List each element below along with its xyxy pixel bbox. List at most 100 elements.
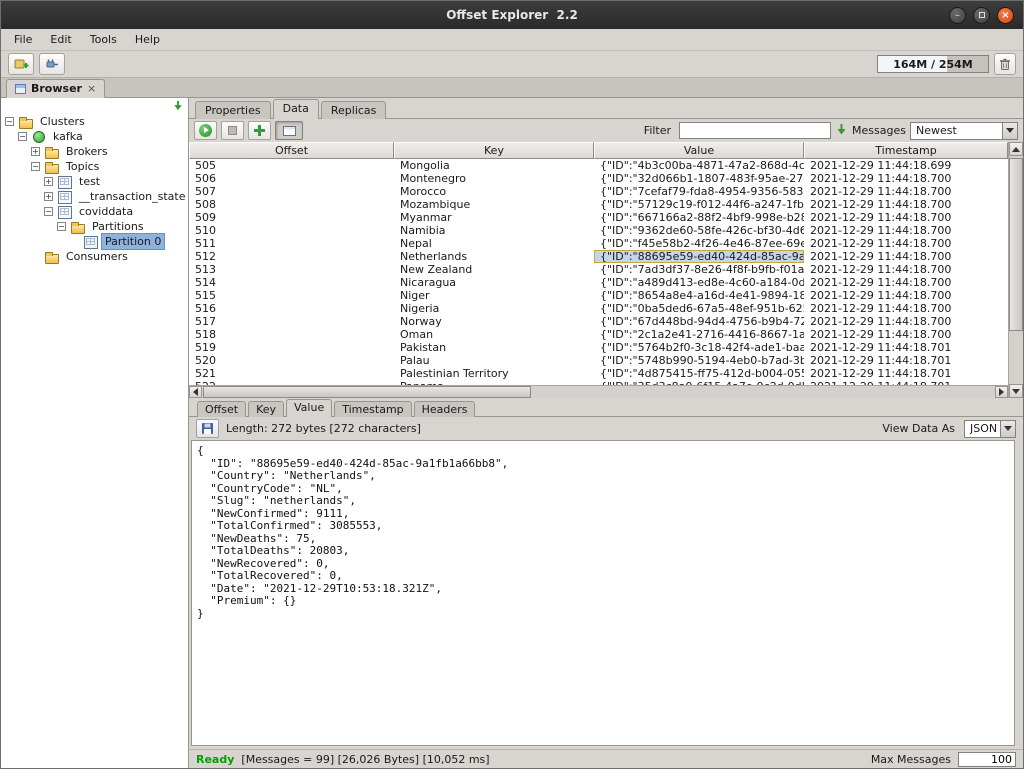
view-data-as-select[interactable]: JSON	[964, 420, 1016, 438]
tree-item[interactable]: + __transaction_state	[1, 189, 188, 204]
cell-value[interactable]: {"ID":"7cefaf79-fda8-4954-9356-5834...	[594, 185, 804, 198]
tree-item-label[interactable]: Partition 0	[102, 234, 164, 249]
cell-key[interactable]: Oman	[394, 328, 594, 341]
memory-usage-indicator[interactable]: 164M / 254M	[877, 55, 989, 73]
cell-value[interactable]: {"ID":"667166a2-88f2-4bf9-998e-b289...	[594, 211, 804, 224]
cell-timestamp[interactable]: 2021-12-29 11:44:18.700	[804, 185, 1008, 198]
cell-key[interactable]: Morocco	[394, 185, 594, 198]
retrieve-messages-button[interactable]	[194, 121, 217, 140]
cell-key[interactable]: Nigeria	[394, 302, 594, 315]
menu-file[interactable]: File	[5, 30, 41, 49]
cell-offset[interactable]: 515	[189, 289, 394, 302]
column-header-key[interactable]: Key	[394, 142, 594, 159]
tree-item[interactable]: − Clusters	[1, 114, 188, 129]
cell-offset[interactable]: 514	[189, 276, 394, 289]
table-row[interactable]: 508 Mozambique {"ID":"57129c19-f012-44f6…	[189, 198, 1008, 211]
cell-value[interactable]: {"ID":"88695e59-ed40-424d-85ac-9a1...	[594, 250, 804, 263]
tree-item[interactable]: + Brokers	[1, 144, 188, 159]
table-row[interactable]: 515 Niger {"ID":"8654a8e4-a16d-4e41-9894…	[189, 289, 1008, 302]
cell-value[interactable]: {"ID":"57129c19-f012-44f6-a247-1fbc...	[594, 198, 804, 211]
minimize-button[interactable]: –	[949, 7, 966, 24]
cell-offset[interactable]: 509	[189, 211, 394, 224]
cell-value[interactable]: {"ID":"5748b990-5194-4eb0-b7ad-3b9...	[594, 354, 804, 367]
tree-item-label[interactable]: coviddata	[76, 204, 136, 219]
cell-timestamp[interactable]: 2021-12-29 11:44:18.700	[804, 302, 1008, 315]
scroll-right-button[interactable]	[995, 386, 1008, 398]
cell-offset[interactable]: 518	[189, 328, 394, 341]
tree-expander-icon[interactable]: +	[44, 192, 53, 201]
cell-value[interactable]: {"ID":"7ad3df37-8e26-4f8f-b9fb-f01a0...	[594, 263, 804, 276]
value-viewer[interactable]: { "ID": "88695e59-ed40-424d-85ac-9a1fb1a…	[191, 440, 1015, 746]
table-row[interactable]: 520 Palau {"ID":"5748b990-5194-4eb0-b7ad…	[189, 354, 1008, 367]
table-row[interactable]: 512 Netherlands {"ID":"88695e59-ed40-424…	[189, 250, 1008, 263]
tree-item[interactable]: − Partitions	[1, 219, 188, 234]
cell-timestamp[interactable]: 2021-12-29 11:44:18.700	[804, 224, 1008, 237]
cell-value[interactable]: {"ID":"5764b2f0-3c18-42f4-ade1-baac...	[594, 341, 804, 354]
tab-data[interactable]: Data	[273, 99, 319, 119]
cell-key[interactable]: Palestinian Territory	[394, 367, 594, 380]
tree-expander-icon[interactable]: −	[31, 162, 40, 171]
tab-properties[interactable]: Properties	[195, 101, 271, 119]
cell-timestamp[interactable]: 2021-12-29 11:44:18.701	[804, 367, 1008, 380]
tree-item[interactable]: − Topics	[1, 159, 188, 174]
cell-key[interactable]: Myanmar	[394, 211, 594, 224]
cell-timestamp[interactable]: 2021-12-29 11:44:18.700	[804, 172, 1008, 185]
cell-timestamp[interactable]: 2021-12-29 11:44:18.700	[804, 211, 1008, 224]
tree-item-label[interactable]: Clusters	[37, 114, 88, 129]
horizontal-scrollbar[interactable]	[189, 385, 1008, 398]
vertical-scrollbar[interactable]	[1008, 142, 1023, 398]
cell-offset[interactable]: 513	[189, 263, 394, 276]
stop-button[interactable]	[221, 121, 244, 140]
cell-timestamp[interactable]: 2021-12-29 11:44:18.700	[804, 315, 1008, 328]
tree-item-label[interactable]: test	[76, 174, 103, 189]
close-button[interactable]: ×	[997, 7, 1014, 24]
cell-timestamp[interactable]: 2021-12-29 11:44:18.700	[804, 276, 1008, 289]
table-row[interactable]: 513 New Zealand {"ID":"7ad3df37-8e26-4f8…	[189, 263, 1008, 276]
add-message-button[interactable]	[248, 121, 271, 140]
tree-item[interactable]: + test	[1, 174, 188, 189]
max-messages-input[interactable]	[958, 752, 1016, 767]
save-value-button[interactable]	[196, 419, 219, 438]
cell-offset[interactable]: 505	[189, 159, 394, 172]
tab-replicas[interactable]: Replicas	[321, 101, 387, 119]
cell-value[interactable]: {"ID":"4b3c00ba-4871-47a2-868d-4c9...	[594, 159, 804, 172]
scroll-down-button[interactable]	[1009, 384, 1023, 398]
table-row[interactable]: 510 Namibia {"ID":"9362de60-58fe-426c-bf…	[189, 224, 1008, 237]
tree-item-label[interactable]: Partitions	[89, 219, 147, 234]
table-row[interactable]: 505 Mongolia {"ID":"4b3c00ba-4871-47a2-8…	[189, 159, 1008, 172]
cell-key[interactable]: Mongolia	[394, 159, 594, 172]
maximize-button[interactable]	[973, 7, 990, 24]
vertical-scroll-thumb[interactable]	[1009, 158, 1023, 331]
cell-offset[interactable]: 511	[189, 237, 394, 250]
cell-value[interactable]: {"ID":"32d066b1-1807-483f-95ae-27e...	[594, 172, 804, 185]
cell-key[interactable]: Norway	[394, 315, 594, 328]
cell-timestamp[interactable]: 2021-12-29 11:44:18.699	[804, 159, 1008, 172]
cell-key[interactable]: Montenegro	[394, 172, 594, 185]
cell-key[interactable]: Palau	[394, 354, 594, 367]
cell-key[interactable]: Nepal	[394, 237, 594, 250]
table-row[interactable]: 521 Palestinian Territory {"ID":"4d87541…	[189, 367, 1008, 380]
tree-item-label[interactable]: Topics	[63, 159, 102, 174]
cell-key[interactable]: Pakistan	[394, 341, 594, 354]
collapse-panel-button[interactable]	[172, 100, 184, 115]
cell-offset[interactable]: 506	[189, 172, 394, 185]
cell-timestamp[interactable]: 2021-12-29 11:44:18.701	[804, 341, 1008, 354]
vertical-scroll-track[interactable]	[1009, 156, 1023, 384]
cell-value[interactable]: {"ID":"9362de60-58fe-426c-bf30-4d63...	[594, 224, 804, 237]
cell-value[interactable]: {"ID":"0ba5ded6-67a5-48ef-951b-625f...	[594, 302, 804, 315]
cell-timestamp[interactable]: 2021-12-29 11:44:18.701	[804, 354, 1008, 367]
add-cluster-button[interactable]	[8, 53, 34, 75]
cell-value[interactable]: {"ID":"4d875415-ff75-412d-b004-0558...	[594, 367, 804, 380]
cell-timestamp[interactable]: 2021-12-29 11:44:18.700	[804, 198, 1008, 211]
cell-timestamp[interactable]: 2021-12-29 11:44:18.700	[804, 263, 1008, 276]
cell-offset[interactable]: 507	[189, 185, 394, 198]
table-row[interactable]: 519 Pakistan {"ID":"5764b2f0-3c18-42f4-a…	[189, 341, 1008, 354]
cell-offset[interactable]: 517	[189, 315, 394, 328]
tree-item-label[interactable]: __transaction_state	[76, 189, 189, 204]
detail-tab-timestamp[interactable]: Timestamp	[334, 401, 411, 417]
tree-expander-icon[interactable]: −	[18, 132, 27, 141]
detail-tab-key[interactable]: Key	[248, 401, 284, 417]
table-row[interactable]: 514 Nicaragua {"ID":"a489d413-ed8e-4c60-…	[189, 276, 1008, 289]
cell-timestamp[interactable]: 2021-12-29 11:44:18.700	[804, 237, 1008, 250]
combo-arrow-button[interactable]	[1000, 421, 1015, 437]
